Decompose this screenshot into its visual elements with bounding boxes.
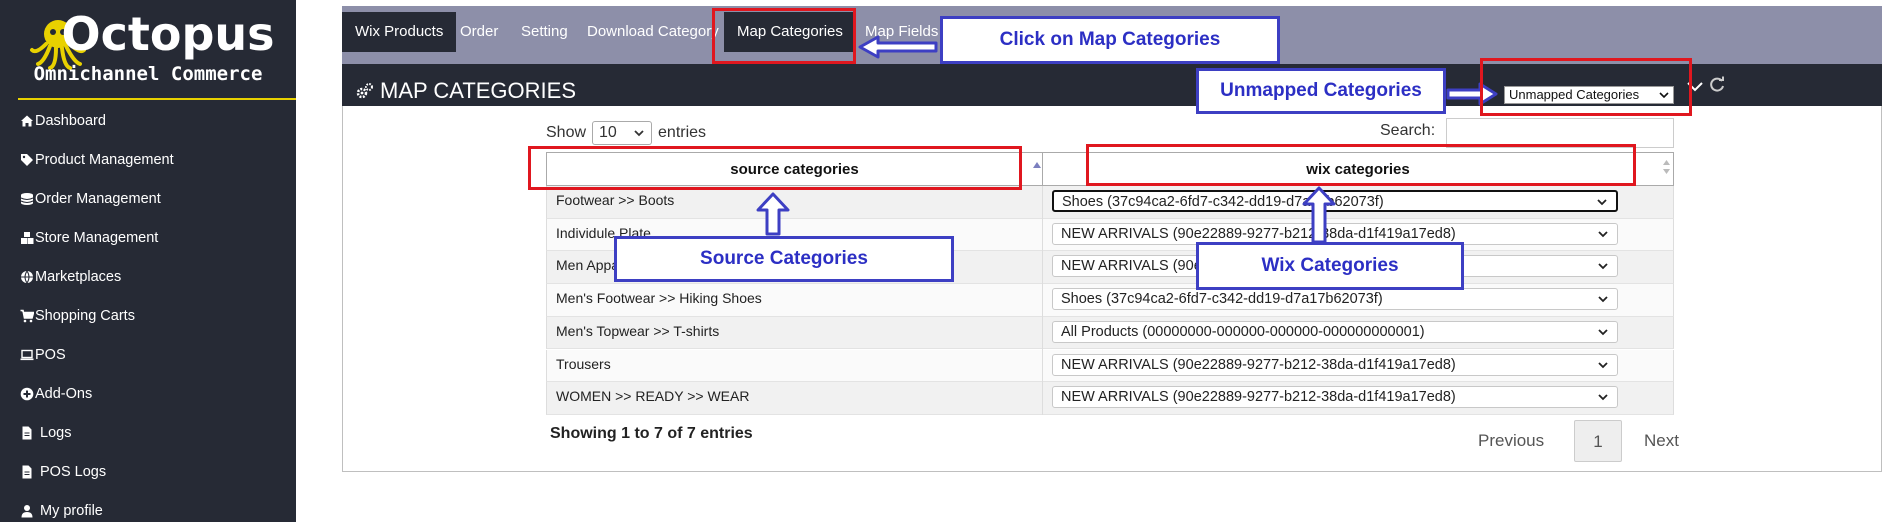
chevron-down-icon (1598, 329, 1608, 336)
entries-select[interactable]: 10 (592, 121, 653, 145)
chevron-down-icon (1597, 199, 1607, 206)
sidebar-item-label: Dashboard (35, 113, 106, 129)
wix-category-value: NEW ARRIVALS (90e22889-9277-b212-38da-d1… (1061, 225, 1456, 242)
entries-length-control: Show 10 entries (546, 120, 706, 146)
wix-category-value: All Products (00000000-000000-000000-000… (1061, 323, 1425, 340)
source-category-cell: Men's Footwear >> Hiking Shoes (556, 290, 762, 307)
database-icon (20, 193, 34, 205)
previous-page-button[interactable]: Previous (1468, 420, 1554, 462)
sidebar-item-label: Add-Ons (35, 386, 93, 402)
refresh-icon[interactable] (1708, 76, 1726, 94)
chevron-down-icon (1598, 394, 1608, 401)
sidebar-item-add-ons[interactable]: Add-Ons (20, 377, 296, 411)
sidebar-item-label: Logs (40, 425, 72, 441)
arrow-up-icon (1302, 186, 1336, 244)
sidebar-item-marketplaces[interactable]: Marketplaces (20, 260, 296, 294)
wix-category-select[interactable]: NEW ARRIVALS (90e22889-9277-b212-38da-d1… (1052, 386, 1618, 409)
search-label: Search: (1380, 122, 1436, 139)
highlight-source-header (528, 146, 1022, 190)
page-title: MAP CATEGORIES (356, 78, 576, 104)
globe-icon (21, 270, 33, 284)
table-info: Showing 1 to 7 of 7 entries (550, 425, 753, 442)
tab-order[interactable]: Order (447, 12, 511, 52)
laptop-icon (20, 349, 34, 361)
brand-divider (18, 98, 296, 100)
column-divider (1042, 186, 1043, 415)
sidebar-item-store-management[interactable]: Store Management (20, 221, 296, 255)
sidebar-item-label: Store Management (35, 230, 159, 246)
callout-map-categories: Click on Map Categories (940, 16, 1280, 64)
sidebar-item-product-management[interactable]: Product Management (20, 143, 296, 177)
highlight-wix-header (1086, 144, 1636, 186)
sidebar-item-logs[interactable]: Logs (20, 416, 296, 450)
chevron-down-icon (634, 130, 644, 137)
sidebar-item-pos-logs[interactable]: POS Logs (20, 455, 296, 489)
sidebar-item-label: Order Management (35, 191, 161, 207)
sidebar-item-label: POS (35, 347, 66, 363)
brand-subtitle: Omnichannel Commerce (33, 63, 263, 85)
source-category-cell: Footwear >> Boots (556, 192, 675, 208)
source-category-cell: Men's Topwear >> T-shirts (556, 322, 720, 339)
sidebar-item-dashboard[interactable]: Dashboard (20, 104, 296, 138)
sidebar-item-label: My profile (40, 503, 103, 519)
sidebar-item-label: POS Logs (40, 464, 107, 480)
arrow-up-icon (756, 192, 790, 236)
wix-category-select[interactable]: All Products (00000000-000000-000000-000… (1052, 320, 1618, 343)
tab-download-category[interactable]: Download Category (574, 12, 732, 52)
file-icon (22, 465, 32, 479)
next-page-button[interactable]: Next (1634, 420, 1689, 462)
callout-wix-categories: Wix Categories (1196, 242, 1464, 290)
sort-asc-icon (1033, 162, 1041, 168)
show-label: Show (546, 124, 587, 141)
sidebar-item-label: Marketplaces (35, 269, 122, 285)
tag-icon (21, 154, 33, 166)
file-icon (22, 426, 32, 440)
chevron-down-icon (1598, 296, 1608, 303)
entries-select-value: 10 (599, 124, 617, 141)
highlight-map-categories-tab (712, 8, 856, 64)
sort-both-icon (1663, 160, 1670, 174)
page-title-text: MAP CATEGORIES (380, 78, 577, 103)
sidebar-item-order-management[interactable]: Order Management (20, 182, 296, 216)
wix-category-value: NEW ARRIVALS (90e22889-9277-b212-38da-d1… (1061, 389, 1456, 406)
brand-title: Octopus (61, 7, 275, 61)
entries-label: entries (658, 124, 707, 141)
chevron-down-icon (1598, 263, 1608, 270)
callout-source-categories: Source Categories (614, 236, 954, 282)
highlight-filter-select (1480, 58, 1692, 116)
tab-setting[interactable]: Setting (508, 12, 581, 52)
chevron-down-icon (1598, 361, 1608, 368)
sidebar-item-label: Shopping Carts (35, 308, 135, 324)
page-1-button[interactable]: 1 (1574, 420, 1622, 462)
wix-category-select[interactable]: NEW ARRIVALS (90e22889-9277-b212-38da-d1… (1052, 353, 1618, 376)
callout-unmapped-categories: Unmapped Categories (1196, 68, 1446, 114)
wix-category-select[interactable]: Shoes (37c94ca2-6fd7-c342-dd19-d7a17b620… (1052, 288, 1618, 311)
sidebar-item-shopping-carts[interactable]: Shopping Carts (20, 299, 296, 333)
gears-icon (356, 83, 373, 99)
source-category-cell: Trousers (556, 355, 611, 372)
arrow-left-icon (858, 35, 938, 59)
sidebar-item-pos[interactable]: POS (20, 338, 296, 372)
tab-wix-products[interactable]: Wix Products (342, 12, 457, 52)
sidebar-item-label: Product Management (35, 152, 174, 168)
wix-category-value: NEW ARRIVALS (90e22889-9277-b212-38da-d1… (1061, 356, 1456, 373)
home-icon (21, 115, 33, 127)
cart-icon (20, 309, 34, 323)
sidebar-item-my-profile[interactable]: My profile (20, 494, 296, 528)
cubes-icon (21, 232, 34, 244)
source-category-cell: WOMEN >> READY >> WEAR (556, 388, 750, 405)
user-icon (21, 505, 33, 518)
chevron-down-icon (1598, 231, 1608, 237)
wix-category-value: Shoes (37c94ca2-6fd7-c342-dd19-d7a17b620… (1061, 291, 1383, 308)
plus-circle-icon (20, 387, 34, 401)
